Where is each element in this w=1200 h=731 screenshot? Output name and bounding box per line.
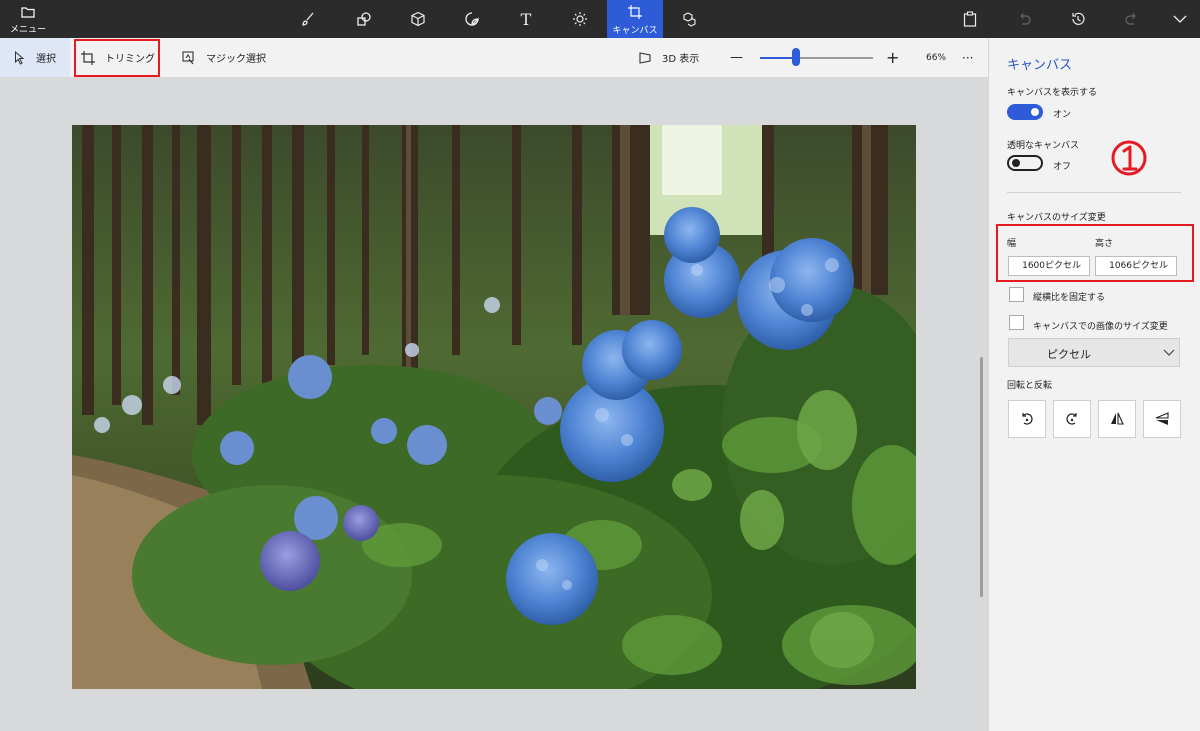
undo-icon [1020, 13, 1031, 25]
shapes2d-tool[interactable] [336, 0, 392, 38]
canvas-panel: キャンバス キャンバスを表示する オン 透明なキャンバス オフ キャンバスのサイ… [988, 38, 1200, 731]
sticker-icon [465, 12, 479, 26]
zoom-out-button[interactable]: — [730, 38, 743, 77]
minus-icon: — [730, 50, 743, 65]
resize-canvas-label: キャンバスのサイズ変更 [1007, 213, 1106, 223]
canvas-workspace[interactable] [0, 77, 988, 731]
rotate-right-button[interactable] [1053, 400, 1091, 438]
zoom-slider-thumb[interactable] [792, 48, 801, 66]
folder-icon [21, 7, 35, 18]
expand-toolbar-button[interactable] [1162, 0, 1198, 38]
transparent-canvas-state: オフ [1053, 162, 1072, 172]
unit-dropdown-value: ピクセル [1047, 348, 1091, 361]
show-canvas-toggle[interactable] [1007, 104, 1043, 120]
size-fields-highlight-box [996, 224, 1194, 282]
transparent-canvas-label: 透明なキャンバス [1007, 141, 1080, 151]
library3d-tool[interactable] [662, 0, 718, 38]
shapes3d-tool[interactable] [390, 0, 446, 38]
redo-button[interactable] [1114, 0, 1150, 38]
history-button[interactable] [1060, 0, 1096, 38]
redo-icon [1125, 13, 1136, 25]
flip-horizontal-icon [1111, 412, 1124, 425]
zoom-level-text: 66% [926, 52, 947, 63]
resize-image-label: キャンバスでの画像のサイズ変更 [1033, 322, 1168, 332]
unit-dropdown[interactable]: ピクセル [1008, 338, 1180, 367]
annotation-marker-1 [1109, 138, 1149, 182]
flip-vertical-button[interactable] [1143, 400, 1181, 438]
zoom-level[interactable]: 66% [926, 38, 946, 77]
view-3d-icon [639, 51, 651, 64]
magic-select-button[interactable]: マジック選択 [182, 38, 266, 77]
more-icon: ··· [962, 50, 974, 65]
canvas-tool[interactable]: キャンバス [607, 0, 663, 38]
cube-icon [411, 11, 425, 27]
panel-title: キャンバス [1007, 58, 1073, 73]
more-options-button[interactable]: ··· [962, 38, 973, 77]
chevron-down-icon [1173, 15, 1187, 23]
rotate-left-icon [1022, 413, 1033, 425]
text-icon: T [520, 9, 532, 29]
menu-label: メニュー [9, 25, 46, 35]
history-icon [1072, 12, 1085, 25]
rotate-left-button[interactable] [1008, 400, 1046, 438]
flip-horizontal-button[interactable] [1098, 400, 1136, 438]
zoom-in-button[interactable]: + [886, 38, 899, 77]
view-3d-label: 3D 表示 [662, 54, 700, 65]
lock-ratio-checkbox[interactable] [1009, 287, 1024, 302]
shapes-icon [357, 12, 371, 26]
top-toolbar: メニュー T キャンバス [0, 0, 1200, 38]
rotate-right-icon [1066, 413, 1077, 425]
select-button[interactable]: 選択 [0, 38, 70, 77]
resize-image-checkbox[interactable] [1009, 315, 1024, 330]
brushes-tool[interactable] [280, 0, 336, 38]
clipboard-icon [963, 11, 977, 27]
flip-vertical-icon [1155, 412, 1169, 425]
text-tool[interactable]: T [498, 0, 554, 38]
sun-icon [573, 12, 587, 26]
stickers-tool[interactable] [444, 0, 500, 38]
transparent-canvas-toggle[interactable] [1007, 155, 1043, 171]
chevron-down-icon [1163, 349, 1175, 356]
paste-button[interactable] [952, 0, 988, 38]
show-canvas-label: キャンバスを表示する [1007, 88, 1098, 98]
zoom-slider-fill [760, 57, 797, 59]
magic-select-icon [182, 50, 194, 64]
vertical-scrollbar[interactable] [980, 357, 983, 597]
effects-tool[interactable] [552, 0, 608, 38]
undo-button[interactable] [1006, 0, 1042, 38]
hydrangea-photo[interactable] [72, 125, 916, 689]
show-canvas-state: オン [1053, 110, 1072, 120]
lock-ratio-label: 縦横比を固定する [1033, 293, 1106, 303]
cursor-arrow-icon [15, 50, 25, 65]
rotate-flip-label: 回転と反転 [1007, 381, 1053, 391]
photo-image [72, 125, 916, 689]
view-3d-button[interactable]: 3D 表示 [638, 38, 699, 77]
magic-select-label: マジック選択 [206, 54, 266, 65]
canvas-crop-icon [628, 5, 642, 19]
plus-icon: + [886, 48, 900, 67]
trim-highlight-box [74, 39, 160, 77]
select-label: 選択 [36, 54, 56, 65]
canvas-tool-label: キャンバス [612, 26, 658, 36]
menu-button[interactable]: メニュー [0, 0, 56, 38]
panel-divider [1007, 192, 1181, 193]
library-3d-icon [683, 12, 696, 27]
brush-icon [302, 12, 314, 26]
